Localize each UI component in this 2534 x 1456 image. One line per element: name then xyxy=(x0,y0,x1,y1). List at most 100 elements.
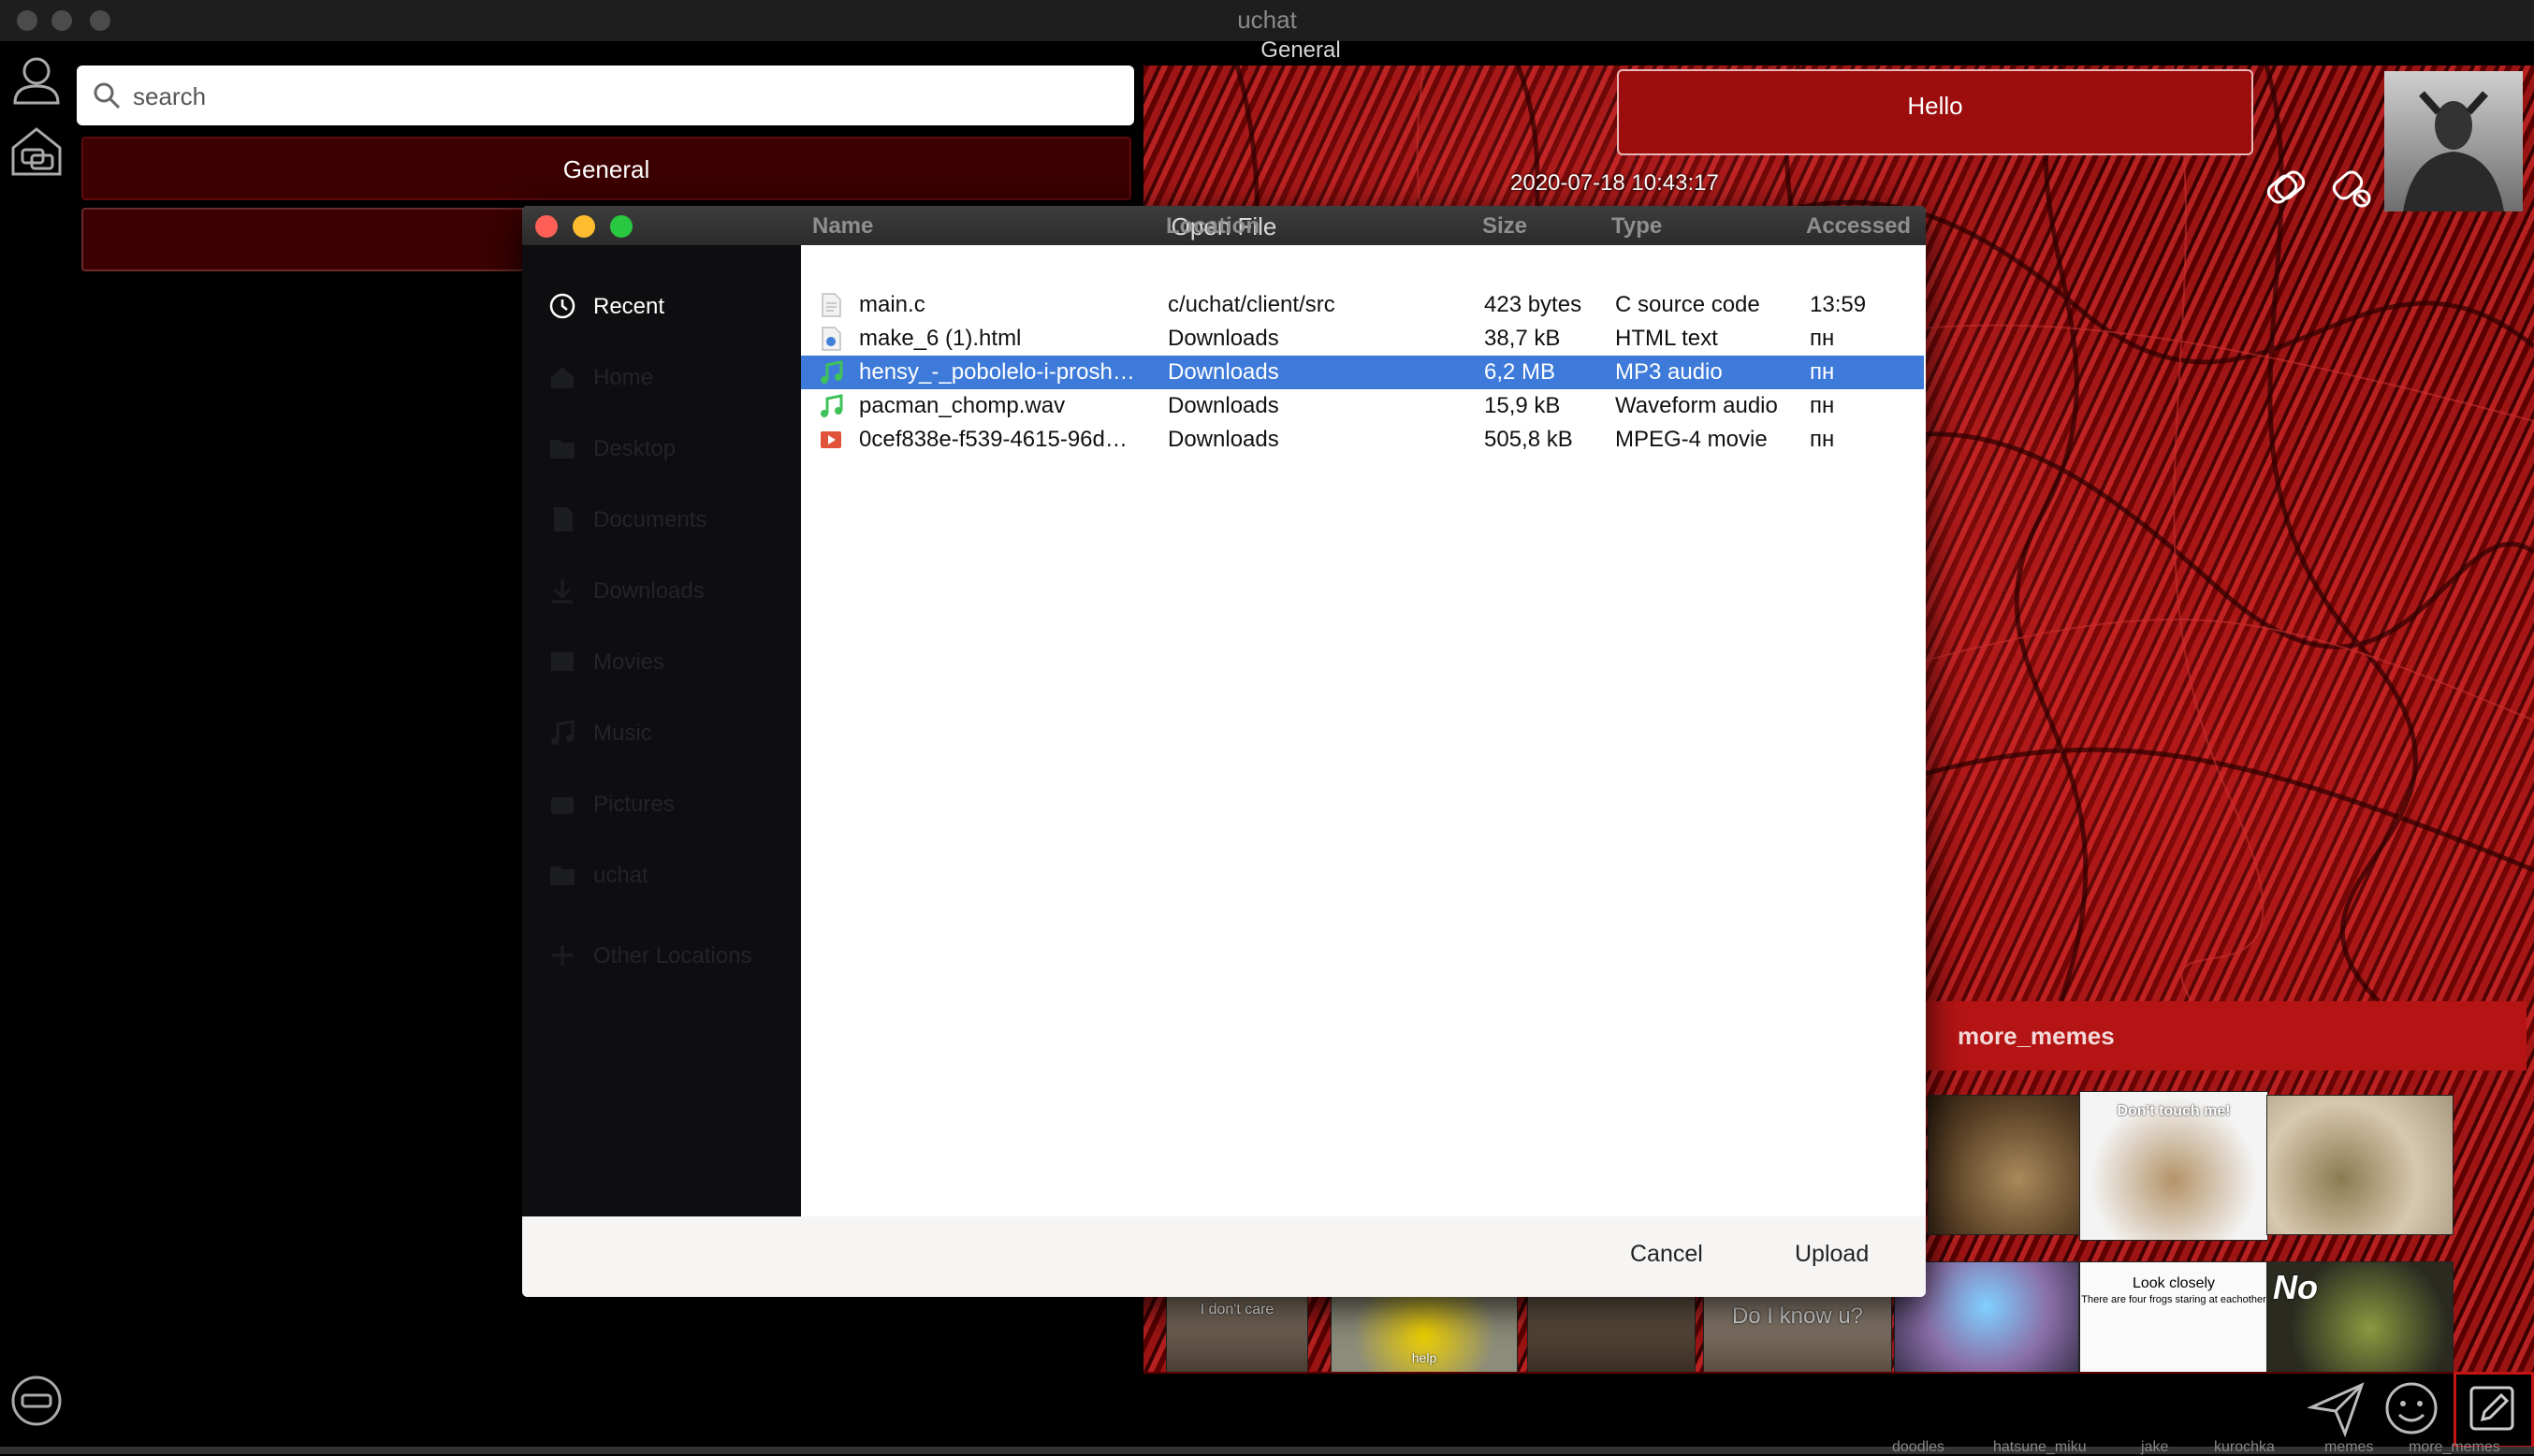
rooms-icon[interactable] xyxy=(9,124,64,178)
pack-tab-doodles[interactable]: doodles xyxy=(1892,1439,1944,1456)
places-sidebar: Recent Home Desktop Documents Downloads … xyxy=(522,245,801,1216)
left-rail xyxy=(0,41,73,1454)
avatar-image xyxy=(2403,91,2504,211)
file-type: Waveform audio xyxy=(1615,393,1778,418)
text-file-icon xyxy=(822,293,841,317)
document-icon xyxy=(554,507,573,531)
sticker-caption: I don't care xyxy=(1200,1302,1274,1318)
html-file-icon xyxy=(822,327,841,351)
sidebar-item-other-locations[interactable]: Other Locations xyxy=(548,938,801,975)
avatar xyxy=(2384,71,2523,211)
file-row[interactable]: pacman_chomp.wav Downloads 15,9 kB Wavef… xyxy=(801,389,1924,423)
room-item-general[interactable]: General xyxy=(81,137,1131,200)
sidebar-item-label: Documents xyxy=(593,507,707,532)
pack-tab-hatsune-miku[interactable]: hatsune_miku xyxy=(1993,1439,2087,1456)
send-icon[interactable] xyxy=(2308,1379,2366,1437)
dialog-footer xyxy=(522,1216,1926,1297)
search-icon xyxy=(94,82,121,109)
delete-message-icon[interactable] xyxy=(2328,165,2373,210)
music-icon xyxy=(551,720,575,745)
camera-icon xyxy=(551,797,574,814)
sidebar-item-label: Music xyxy=(593,721,652,746)
sidebar-item-home[interactable]: Home xyxy=(548,359,792,397)
edit-message-icon[interactable] xyxy=(2263,165,2308,210)
file-name: pacman_chomp.wav xyxy=(859,393,1066,418)
sidebar-item-uchat[interactable]: uchat xyxy=(548,857,792,895)
message-bubble[interactable]: Hello xyxy=(1617,69,2253,155)
file-location: Downloads xyxy=(1168,393,1279,418)
file-accessed: пн xyxy=(1810,326,1835,351)
file-type: MPEG-4 movie xyxy=(1615,427,1768,452)
file-row-selected[interactable]: hensy_-_pobolelo-i-prosh… Downloads 6,2 … xyxy=(801,356,1924,389)
sticker[interactable]: Don't touch me! xyxy=(2079,1091,2268,1241)
file-name: hensy_-_pobolelo-i-prosh… xyxy=(859,359,1135,385)
sticker[interactable] xyxy=(1527,1293,1696,1374)
file-accessed: 13:59 xyxy=(1810,292,1867,317)
column-header-name[interactable]: Name xyxy=(812,213,873,240)
sidebar-item-downloads[interactable]: Downloads xyxy=(548,573,792,610)
sidebar-item-label: Home xyxy=(593,365,654,390)
column-header-accessed[interactable]: Accessed xyxy=(1806,213,1911,240)
sticker-caption: Look closely xyxy=(2132,1275,2216,1291)
sticker-caption: No xyxy=(2273,1268,2318,1306)
message-timestamp: 2020-07-18 10:43:17 xyxy=(1510,170,1719,196)
window-titlebar: uchat xyxy=(0,0,2534,41)
column-header-type[interactable]: Type xyxy=(1611,213,1662,240)
pack-tab-memes[interactable]: memes xyxy=(2324,1439,2373,1456)
sticker[interactable]: Do I know u? xyxy=(1703,1293,1892,1374)
plus-icon xyxy=(552,945,573,966)
sidebar-item-pictures[interactable]: Pictures xyxy=(548,786,792,823)
sidebar-item-recent[interactable]: Recent xyxy=(548,288,792,326)
sticker[interactable]: No xyxy=(2266,1261,2454,1374)
cancel-button[interactable]: Cancel xyxy=(1630,1241,1703,1268)
sidebar-item-label: uchat xyxy=(593,863,648,888)
file-name: 0cef838e-f539-4615-96d… xyxy=(859,427,1128,452)
pack-tab-jake[interactable]: jake xyxy=(2141,1439,2168,1456)
sticker-toggle-button[interactable] xyxy=(2454,1372,2534,1449)
sticker[interactable]: help xyxy=(1331,1293,1518,1374)
audio-file-icon xyxy=(821,394,843,417)
file-location: Downloads xyxy=(1168,326,1279,351)
sidebar-item-movies[interactable]: Movies xyxy=(548,644,792,681)
file-name: make_6 (1).html xyxy=(859,326,1022,351)
emoji-icon[interactable] xyxy=(2382,1379,2440,1437)
sticker-pack-title: more_memes xyxy=(1958,1022,2115,1050)
upload-button[interactable]: Upload xyxy=(1795,1241,1869,1268)
folder-icon xyxy=(550,866,575,885)
file-accessed: пн xyxy=(1810,393,1835,418)
sidebar-item-documents[interactable]: Documents xyxy=(548,502,792,539)
file-location: Downloads xyxy=(1168,359,1279,385)
pack-tab-kurochka[interactable]: kurochka xyxy=(2214,1439,2275,1456)
search-input[interactable] xyxy=(131,75,1117,118)
sticker[interactable]: I don't care xyxy=(1166,1293,1308,1374)
sidebar-item-desktop[interactable]: Desktop xyxy=(548,430,792,468)
sticker[interactable]: Look closely There are four frogs starin… xyxy=(2079,1261,2268,1374)
sticker-pack-header[interactable]: more_memes xyxy=(1926,1001,2527,1070)
sidebar-item-music[interactable]: Music xyxy=(548,715,792,752)
sticker-caption: help xyxy=(1411,1350,1437,1365)
file-accessed: пн xyxy=(1810,427,1835,452)
file-row[interactable]: main.c c/uchat/client/src 423 bytes C so… xyxy=(801,288,1924,322)
sticker-caption: Don't touch me! xyxy=(2117,1103,2231,1119)
sidebar-item-label: Pictures xyxy=(593,792,675,817)
file-name: main.c xyxy=(859,292,925,317)
download-icon xyxy=(552,579,573,604)
file-accessed: пн xyxy=(1810,359,1835,385)
file-row[interactable]: 0cef838e-f539-4615-96d… Downloads 505,8 … xyxy=(801,423,1924,457)
sticker-caption: Do I know u? xyxy=(1731,1303,1864,1329)
column-header-location[interactable]: Location xyxy=(1166,213,1260,240)
sticker[interactable] xyxy=(2266,1095,2454,1235)
pack-tab-more-memes[interactable]: more_memes xyxy=(2409,1439,2500,1456)
search-box[interactable] xyxy=(77,66,1134,125)
file-size: 505,8 kB xyxy=(1484,427,1573,452)
logout-icon[interactable] xyxy=(9,1374,64,1428)
clock-icon xyxy=(549,293,575,319)
file-type: MP3 audio xyxy=(1615,359,1723,385)
message-text: Hello xyxy=(1907,92,1963,120)
profile-icon[interactable] xyxy=(9,52,64,107)
column-header-size[interactable]: Size xyxy=(1482,213,1527,240)
film-icon xyxy=(551,652,574,671)
sidebar-item-label: Downloads xyxy=(593,578,705,604)
file-row[interactable]: make_6 (1).html Downloads 38,7 kB HTML t… xyxy=(801,322,1924,356)
folder-icon xyxy=(550,440,575,459)
